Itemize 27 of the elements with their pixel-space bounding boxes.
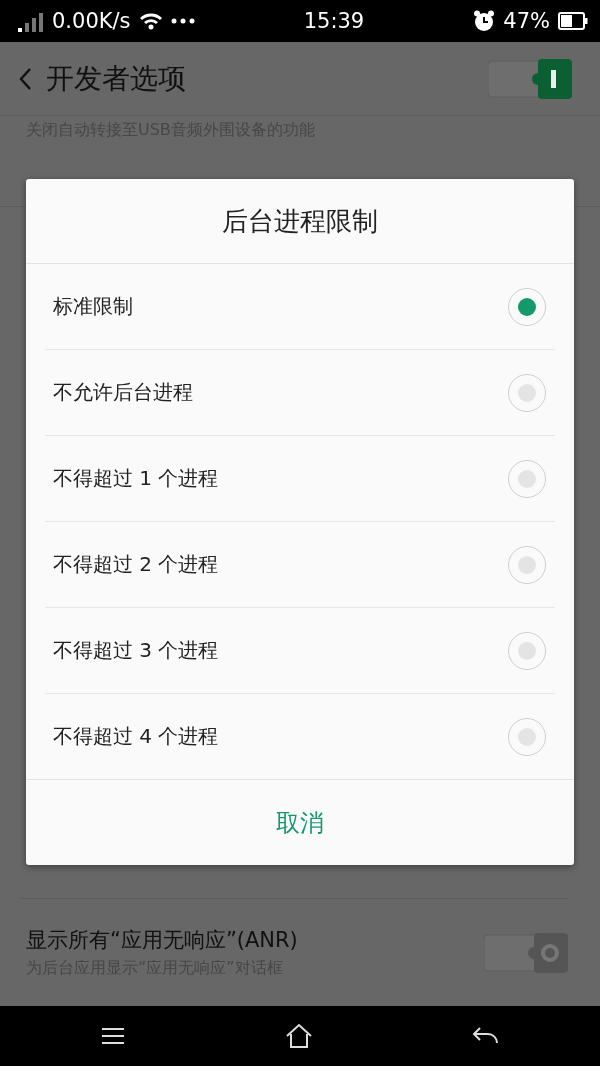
home-icon[interactable] — [285, 1023, 313, 1049]
radio-option[interactable]: 不得超过 2 个进程 — [45, 522, 555, 608]
option-label: 标准限制 — [53, 293, 133, 320]
battery-icon — [558, 12, 588, 30]
option-label: 不得超过 4 个进程 — [53, 723, 219, 750]
more-icon — [170, 18, 195, 24]
option-label: 不得超过 2 个进程 — [53, 551, 219, 578]
radio-option[interactable]: 标准限制 — [45, 264, 555, 350]
toggle-switch[interactable] — [488, 58, 572, 99]
network-speed: 0.00K/s — [52, 9, 131, 33]
toggle-switch[interactable] — [484, 932, 568, 973]
radio-option[interactable]: 不得超过 4 个进程 — [45, 694, 555, 779]
dialog-title: 后台进程限制 — [222, 204, 378, 238]
radio-option[interactable]: 不得超过 1 个进程 — [45, 436, 555, 522]
option-label: 不允许后台进程 — [53, 379, 193, 406]
clock-time: 15:39 — [303, 9, 365, 33]
setting-title: 显示所有“应用无响应”(ANR) — [26, 927, 299, 954]
option-label: 不得超过 1 个进程 — [53, 465, 219, 492]
wifi-icon — [138, 11, 163, 31]
page-title: 开发者选项 — [46, 60, 186, 97]
signal-icon — [18, 10, 44, 32]
menu-icon[interactable] — [99, 1026, 126, 1046]
option-label: 不得超过 3 个进程 — [53, 637, 219, 664]
battery-percent: 47% — [503, 9, 550, 33]
radio-option[interactable]: 不得超过 3 个进程 — [45, 608, 555, 694]
radio-option[interactable]: 不允许后台进程 — [45, 350, 555, 436]
alarm-icon — [473, 10, 496, 32]
